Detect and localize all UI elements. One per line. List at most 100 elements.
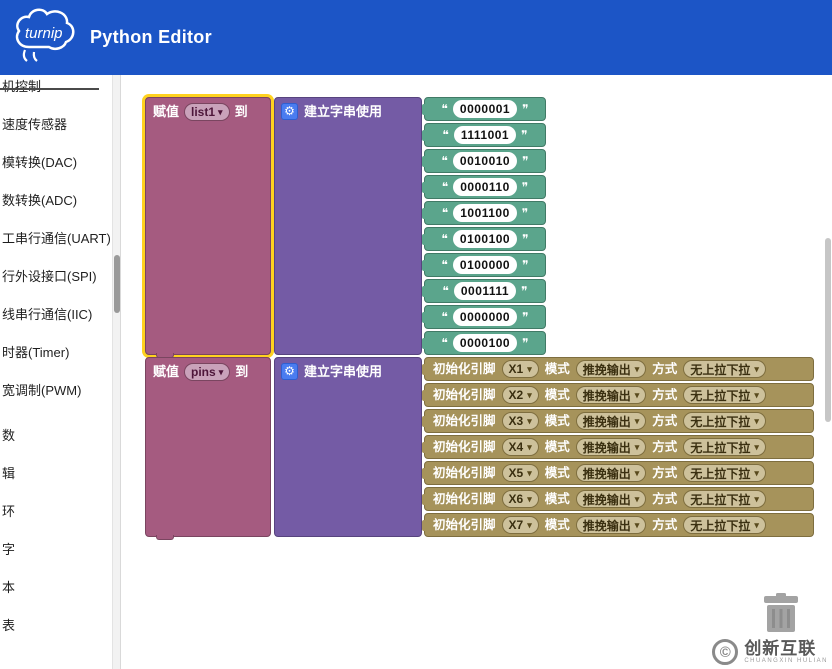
dropdown-arrow-icon: ▾: [635, 442, 640, 453]
pull-dropdown[interactable]: 无上拉下拉▾: [683, 386, 766, 404]
pin-dropdown[interactable]: X2▾: [502, 386, 539, 404]
mutator-gear-icon[interactable]: ⚙︎: [281, 103, 298, 120]
string-block[interactable]: ❝0000000❞: [424, 305, 546, 329]
string-block[interactable]: ❝0000001❞: [424, 97, 546, 121]
string-block[interactable]: ❝1111001❞: [424, 123, 546, 147]
sidebar-item[interactable]: 字: [0, 538, 120, 576]
sidebar-item[interactable]: 表: [0, 614, 120, 652]
sidebar-scrollbar[interactable]: [112, 75, 120, 669]
turnip-logo[interactable]: turnip: [10, 5, 78, 71]
dropdown-arrow-icon: ▾: [635, 520, 640, 531]
string-block[interactable]: ❝0000110❞: [424, 175, 546, 199]
mode-dropdown[interactable]: 推挽输出▾: [576, 516, 647, 534]
string-field[interactable]: 0000100: [453, 334, 517, 352]
init-pin-label: 初始化引脚: [433, 386, 496, 404]
sidebar-item[interactable]: 数转换(ADC): [0, 189, 120, 227]
mode-dropdown[interactable]: 推挽输出▾: [576, 360, 647, 378]
mode-label: 模式: [545, 386, 570, 404]
join-text-block[interactable]: ⚙︎ 建立字串使用: [274, 357, 422, 537]
string-block[interactable]: ❝0100100❞: [424, 227, 546, 251]
pin-init-block[interactable]: 初始化引脚X3▾模式推挽输出▾方式无上拉下拉▾: [424, 409, 814, 433]
sidebar-item[interactable]: 机控制: [0, 75, 120, 113]
string-field[interactable]: 1111001: [454, 126, 516, 144]
method-label: 方式: [652, 386, 677, 404]
mutator-gear-icon[interactable]: ⚙︎: [281, 363, 298, 380]
sidebar-item[interactable]: 工串行通信(UART): [0, 227, 120, 265]
string-field[interactable]: 0001111: [454, 282, 516, 300]
set-variable-block[interactable]: 赋值 list1 ▾ 到: [145, 97, 271, 355]
pin-init-block[interactable]: 初始化引脚X7▾模式推挽输出▾方式无上拉下拉▾: [424, 513, 814, 537]
join-text-block[interactable]: ⚙︎ 建立字串使用: [274, 97, 422, 355]
pin-list: 初始化引脚X1▾模式推挽输出▾方式无上拉下拉▾初始化引脚X2▾模式推挽输出▾方式…: [424, 357, 814, 537]
sidebar-item[interactable]: 环: [0, 500, 120, 538]
string-field[interactable]: 0010010: [453, 152, 517, 170]
open-quote-icon: ❝: [442, 181, 448, 193]
mode-label: 模式: [545, 360, 570, 378]
trash-icon[interactable]: [755, 593, 807, 638]
assign-label: 赋值: [153, 363, 179, 381]
mode-dropdown[interactable]: 推挽输出▾: [576, 386, 647, 404]
pin-dropdown[interactable]: X6▾: [502, 490, 539, 508]
string-field[interactable]: 0000110: [453, 178, 517, 196]
string-field[interactable]: 0100000: [453, 256, 517, 274]
pin-dropdown-value: X2: [509, 388, 524, 402]
workspace-canvas[interactable]: 赋值 list1 ▾ 到 ⚙︎ 建立字串使用 ❝ 0000001 ❞ ❝1111001…: [121, 75, 832, 669]
pull-dropdown[interactable]: 无上拉下拉▾: [683, 412, 766, 430]
close-quote-icon: ❞: [522, 311, 528, 323]
sidebar-item[interactable]: 行外设接口(SPI): [0, 265, 120, 303]
logo-wordmark: turnip: [25, 25, 63, 42]
pin-init-block[interactable]: 初始化引脚X5▾模式推挽输出▾方式无上拉下拉▾: [424, 461, 814, 485]
pin-dropdown[interactable]: X4▾: [502, 438, 539, 456]
string-block[interactable]: ❝1001100❞: [424, 201, 546, 225]
pin-dropdown-value: X6: [509, 492, 524, 506]
pin-dropdown[interactable]: X7▾: [502, 516, 539, 534]
sidebar-item[interactable]: 本: [0, 576, 120, 614]
string-field[interactable]: 0000000: [453, 308, 517, 326]
sidebar-item[interactable]: 时器(Timer): [0, 341, 120, 379]
sidebar-item[interactable]: 模转换(DAC): [0, 151, 120, 189]
string-field[interactable]: 1001100: [453, 204, 517, 222]
dropdown-arrow-icon: ▾: [635, 416, 640, 427]
close-quote-icon: ❞: [521, 285, 527, 297]
pull-dropdown[interactable]: 无上拉下拉▾: [683, 438, 766, 456]
sidebar-scrollbar-thumb[interactable]: [114, 255, 120, 313]
sidebar-item[interactable]: 宽调制(PWM): [0, 379, 120, 417]
dropdown-arrow-icon: ▾: [527, 442, 532, 453]
canvas-scrollbar[interactable]: [825, 238, 831, 422]
variable-dropdown[interactable]: list1 ▾: [184, 103, 230, 121]
string-block[interactable]: ❝0001111❞: [424, 279, 546, 303]
string-block[interactable]: ❝0010010❞: [424, 149, 546, 173]
pull-dropdown[interactable]: 无上拉下拉▾: [683, 360, 766, 378]
string-field[interactable]: 0000001: [453, 100, 517, 118]
sidebar-item[interactable]: 速度传感器: [0, 113, 120, 151]
set-variable-block[interactable]: 赋值 pins ▾ 到: [145, 357, 271, 537]
dropdown-arrow-icon: ▾: [754, 468, 759, 479]
pin-init-block[interactable]: 初始化引脚X2▾模式推挽输出▾方式无上拉下拉▾: [424, 383, 814, 407]
sidebar-item[interactable]: 数: [0, 424, 120, 462]
mode-dropdown[interactable]: 推挽输出▾: [576, 438, 647, 456]
pin-dropdown[interactable]: X5▾: [502, 464, 539, 482]
pull-dropdown[interactable]: 无上拉下拉▾: [683, 516, 766, 534]
pin-init-block[interactable]: 初始化引脚X4▾模式推挽输出▾方式无上拉下拉▾: [424, 435, 814, 459]
mode-dropdown[interactable]: 推挽输出▾: [576, 464, 647, 482]
sidebar-item[interactable]: 辑: [0, 462, 120, 500]
pull-dropdown[interactable]: 无上拉下拉▾: [683, 490, 766, 508]
mode-dropdown-value: 推挽输出: [583, 387, 631, 404]
string-block[interactable]: ❝0100000❞: [424, 253, 546, 277]
pin-init-block[interactable]: 初始化引脚X6▾模式推挽输出▾方式无上拉下拉▾: [424, 487, 814, 511]
mode-dropdown[interactable]: 推挽输出▾: [576, 412, 647, 430]
string-field[interactable]: 0100100: [453, 230, 517, 248]
pin-dropdown[interactable]: X3▾: [502, 412, 539, 430]
dropdown-arrow-icon: ▾: [527, 390, 532, 401]
sidebar-item[interactable]: 线串行通信(IIC): [0, 303, 120, 341]
variable-dropdown[interactable]: pins ▾: [184, 363, 230, 381]
pull-dropdown[interactable]: 无上拉下拉▾: [683, 464, 766, 482]
pin-dropdown-value: X7: [509, 518, 524, 532]
string-block[interactable]: ❝0000100❞: [424, 331, 546, 355]
to-label: 到: [235, 103, 248, 121]
dropdown-arrow-icon: ▾: [754, 390, 759, 401]
mode-dropdown[interactable]: 推挽输出▾: [576, 490, 647, 508]
pin-init-block[interactable]: 初始化引脚X1▾模式推挽输出▾方式无上拉下拉▾: [424, 357, 814, 381]
pin-dropdown[interactable]: X1▾: [502, 360, 539, 378]
close-quote-icon: ❞: [522, 103, 528, 115]
